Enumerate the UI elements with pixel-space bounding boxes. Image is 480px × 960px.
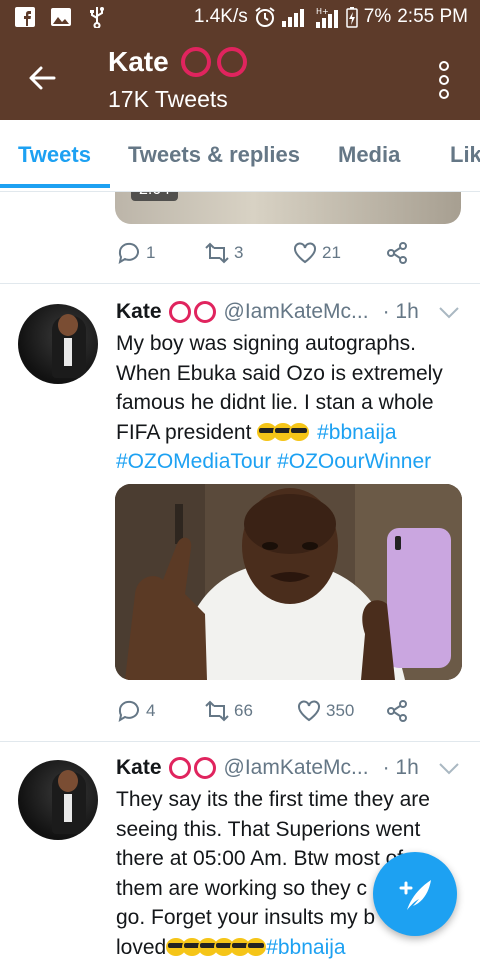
retweet-icon	[205, 242, 229, 264]
tweet-line: seeing this. That Superions went	[116, 817, 421, 841]
share-icon	[387, 242, 407, 264]
battery-percent: 7%	[363, 6, 392, 27]
tweet-count: 17K Tweets	[108, 86, 228, 112]
heart-icon	[294, 242, 316, 264]
compose-tweet-icon	[399, 880, 431, 910]
hashtag-link[interactable]: #bbnaija	[266, 936, 345, 959]
sunglasses-emoji-group	[257, 418, 310, 448]
avatar[interactable]	[18, 304, 98, 384]
profile-name-text: Kate	[108, 46, 169, 77]
red-circles-icon	[180, 47, 247, 77]
status-bar: 1.4K/s H+ 7% 2:55 PM	[0, 0, 480, 36]
photo-image	[115, 484, 462, 680]
red-circles-icon	[168, 301, 216, 323]
share-button[interactable]	[384, 240, 410, 266]
hashtag-link[interactable]: #OZOMediaTour	[116, 450, 271, 473]
active-tab-indicator	[0, 184, 110, 188]
profile-header: Kate 17K Tweets	[0, 36, 480, 120]
reply-icon	[118, 242, 139, 265]
tweet-line: famous he didnt lie. I stan a whole	[116, 391, 434, 414]
video-thumbnail[interactable]: 2:04	[115, 192, 461, 224]
tab-media[interactable]: Media	[338, 142, 400, 168]
tab-tweets-and-replies[interactable]: Tweets & replies	[128, 142, 300, 168]
tweet-header: Kate @IamKateMc... · 1h	[116, 756, 419, 780]
compose-tweet-button[interactable]	[373, 852, 457, 936]
profile-name: Kate	[108, 46, 251, 78]
chevron-down-icon[interactable]	[438, 306, 460, 320]
tweet-line-text: FIFA president	[116, 420, 252, 444]
like-count: 350	[326, 701, 355, 720]
reply-button[interactable]: 4	[116, 698, 204, 724]
signal-icon	[281, 9, 304, 27]
svg-text:H+: H+	[316, 7, 329, 16]
tweet-text: My boy was signing autographs. When Ebuk…	[116, 329, 466, 477]
alarm-icon	[255, 7, 275, 27]
tweet-author-name[interactable]: Kate	[116, 300, 162, 324]
arrow-left-icon[interactable]	[26, 62, 58, 94]
share-icon	[387, 700, 407, 722]
red-circles-icon	[168, 757, 216, 779]
video-duration: 2:04	[131, 192, 179, 201]
reply-button[interactable]: 1	[116, 240, 204, 266]
sunglasses-emoji-icon	[289, 422, 310, 441]
gallery-icon	[51, 8, 71, 26]
hplus-signal-icon: H+	[315, 7, 338, 28]
kebab-menu-icon[interactable]	[438, 60, 450, 100]
retweet-icon	[205, 700, 229, 722]
tab-tweets[interactable]: Tweets	[18, 142, 91, 168]
profile-tabs: Tweets Tweets & replies Media Lik	[0, 120, 480, 192]
like-count: 21	[322, 243, 341, 262]
tweet-time: · 1h	[382, 756, 419, 779]
hashtag-link[interactable]: #bbnaija	[317, 421, 396, 444]
tweet-line-text: loved	[116, 935, 167, 959]
reply-count: 4	[146, 701, 156, 720]
avatar[interactable]	[18, 760, 98, 840]
tweet-photo[interactable]	[115, 484, 462, 680]
heart-icon	[298, 700, 320, 722]
tweet-line: loved #bbnaija	[116, 933, 466, 960]
tweet-author-handle[interactable]: @IamKateMc...	[224, 300, 369, 324]
share-button[interactable]	[384, 698, 410, 724]
tweet-author-name[interactable]: Kate	[116, 756, 162, 780]
usb-icon	[90, 7, 104, 28]
tweet-line: When Ebuka said Ozo is extremely	[116, 361, 443, 385]
retweet-count: 3	[234, 243, 244, 262]
tweet-feed[interactable]: 2:04 1 3 21 Kate @IamKateMc... · 1h	[0, 192, 480, 960]
retweet-button[interactable]: 66	[204, 698, 296, 724]
retweet-count: 66	[234, 701, 253, 720]
tweet-actions: 4 66 350	[116, 698, 410, 724]
tweet-line: My boy was signing autographs.	[116, 332, 416, 355]
sunglasses-emoji-group	[166, 933, 267, 960]
like-button[interactable]: 350	[296, 698, 384, 724]
reply-icon	[118, 700, 139, 723]
tweet-author-handle[interactable]: @IamKateMc...	[224, 756, 369, 780]
net-speed: 1.4K/s	[193, 6, 248, 27]
tab-likes[interactable]: Lik	[450, 142, 480, 168]
like-button[interactable]: 21	[292, 240, 384, 266]
chevron-down-icon[interactable]	[438, 762, 460, 776]
tweet-divider	[0, 283, 480, 284]
hashtag-link[interactable]: #OZOourWinner	[277, 450, 431, 473]
battery-charging-icon	[346, 7, 358, 28]
tweet-line: #OZOMediaTour #OZOourWinner	[116, 447, 466, 477]
tweet-actions: 1 3 21	[116, 240, 410, 266]
tweet-line: FIFA president #bbnaija	[116, 418, 466, 448]
tweet-divider	[0, 741, 480, 742]
sunglasses-emoji-icon	[246, 937, 267, 956]
tweet-time: · 1h	[382, 300, 419, 323]
facebook-icon	[15, 7, 35, 27]
reply-count: 1	[146, 243, 156, 262]
tweet-line: They say its the first time they are	[116, 788, 430, 811]
retweet-button[interactable]: 3	[204, 240, 292, 266]
clock: 2:55 PM	[397, 6, 468, 27]
tweet-header: Kate @IamKateMc... · 1h	[116, 300, 419, 324]
